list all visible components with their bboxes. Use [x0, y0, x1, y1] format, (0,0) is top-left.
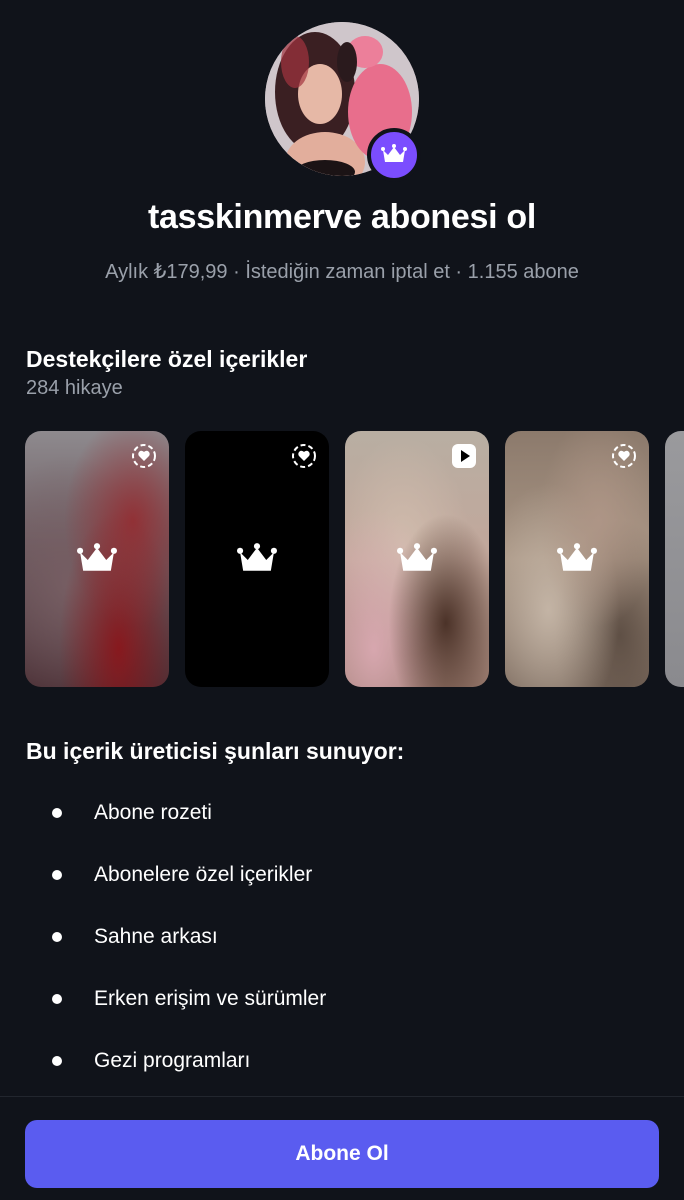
crown-icon — [237, 543, 277, 571]
story-thumbnail[interactable] — [665, 431, 684, 687]
story-thumbnail[interactable] — [505, 431, 649, 687]
bullet-icon — [52, 808, 62, 818]
crown-icon — [397, 543, 437, 571]
exclusive-section-title: Destekçilere özel içerikler — [26, 346, 308, 372]
story-thumbnail[interactable] — [345, 431, 489, 687]
bullet-icon — [52, 870, 62, 880]
offer-label: Sahne arkası — [94, 925, 218, 948]
subscribe-button[interactable]: Abone Ol — [25, 1120, 659, 1188]
list-item: Sahne arkası — [52, 922, 218, 952]
play-icon — [452, 444, 476, 468]
crown-icon — [77, 543, 117, 571]
offer-label: Erken erişim ve sürümler — [94, 987, 327, 1010]
heart-ring-icon — [292, 444, 316, 468]
heart-ring-icon — [612, 444, 636, 468]
list-item: Abonelere özel içerikler — [52, 860, 312, 890]
offer-label: Abonelere özel içerikler — [94, 863, 313, 886]
subscription-summary: Aylık ₺179,99 · İstediğin zaman iptal et… — [105, 261, 579, 283]
profile-avatar-wrap — [265, 22, 421, 182]
heart-ring-icon — [132, 444, 156, 468]
offer-label: Abone rozeti — [94, 801, 212, 824]
story-count: 284 hikaye — [26, 377, 123, 399]
page-title: tasskinmerve abonesi ol — [147, 198, 537, 236]
list-item: Gezi programları — [52, 1046, 250, 1076]
story-carousel[interactable] — [25, 431, 684, 687]
crown-icon — [557, 543, 597, 571]
story-thumbnail[interactable] — [25, 431, 169, 687]
story-thumbnail[interactable] — [185, 431, 329, 687]
bullet-icon — [52, 932, 62, 942]
crown-icon — [381, 144, 407, 162]
offer-label: Gezi programları — [94, 1049, 251, 1072]
list-item: Abone rozeti — [52, 798, 212, 828]
list-item: Erken erişim ve sürümler — [52, 984, 326, 1014]
crown-badge — [367, 128, 421, 182]
bullet-icon — [52, 994, 62, 1004]
bullet-icon — [52, 1056, 62, 1066]
offers-title: Bu içerik üreticisi şunları sunuyor: — [26, 738, 405, 764]
